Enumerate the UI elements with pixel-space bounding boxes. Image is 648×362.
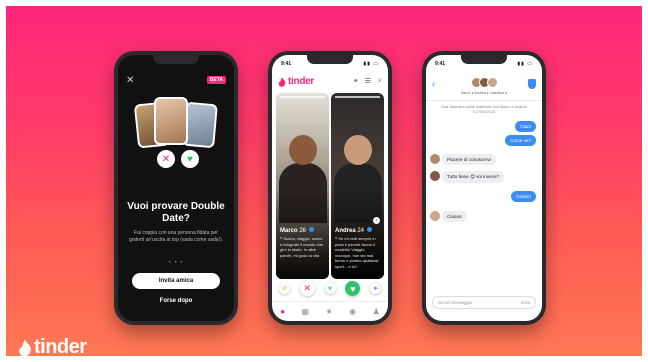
phone-screen: ✕ BETA ✕ ♥ Vuoi provare Double Date? Fai… [118,55,234,321]
swipe-actions: ✕ ♥ [148,150,208,170]
profile-card[interactable]: Marco 26 ❝ Suono, viaggio, scrivo e foto… [276,93,329,279]
beta-badge: BETA [206,76,226,84]
verified-icon [308,227,314,232]
tab-likes-icon[interactable]: ★ [326,307,333,316]
signal-battery-icon: ▮▮ ▭ [363,61,379,67]
verified-icon [366,227,372,232]
rewind-icon[interactable]: ↺ [279,283,290,294]
back-chevron-icon[interactable]: ‹ [432,79,435,90]
bottom-tab-bar: ● ▦ ★ ◉ ♟ [272,301,388,321]
status-bar: 9:41 ▮▮ ▭ [435,61,533,67]
double-date-icon[interactable]: ⚭ [353,77,359,85]
message-bubble-out: Grazie! [511,191,536,202]
phone-double-date-promo: ✕ BETA ✕ ♥ Vuoi provare Double Date? Fai… [114,51,238,325]
profile-name: Andrea 24 [335,227,372,234]
tab-explore-icon[interactable]: ▦ [302,307,310,316]
avatar [487,77,498,88]
phone-swipe-screen: 9:41 ▮▮ ▭ tinder ⚭ ☰ ⚡ Marco 26 ❝ Suono,… [268,51,392,325]
boost-icon[interactable]: ➤ [370,283,381,294]
promo-description: Fai coppia con una persona fidata per go… [128,230,224,243]
message-bubble-out: Come va? [505,135,536,146]
photo-progress [280,96,325,98]
avatar [430,171,440,181]
super-like-icon[interactable]: ★ [324,283,336,294]
heart-icon: ♥ [181,150,199,168]
profile-cards: Marco 26 ❝ Suono, viaggio, scrivo e foto… [276,93,384,279]
tab-chat-icon[interactable]: ◉ [349,307,356,316]
brand-logo: tinder [18,336,87,356]
message-bubble-in: Tutto bene 😊 voi invece? [442,171,505,183]
promo-title: Vuoi provare Double Date? [127,201,225,224]
shield-icon[interactable] [528,79,536,89]
avatar [430,154,440,164]
phone-screen: 9:41 ▮▮ ▭ tinder ⚭ ☰ ⚡ Marco 26 ❝ Suono,… [272,55,388,321]
profile-bio: ❝ Se mi vedi sempre in posa è perché fac… [335,236,379,269]
phone-screen: 9:41 ▮▮ ▭ ‹ Marco ● Andrea ● Valentina ●… [426,55,542,321]
flame-icon [19,339,31,356]
profile-photo [154,97,188,145]
app-header-logo: tinder [278,76,314,87]
page-indicator: • • • [168,260,184,266]
signal-battery-icon: ▮▮ ▭ [517,61,533,67]
message-bubble-in: Piacere di conoscervi [442,154,496,165]
profile-photo [343,135,372,165]
maybe-later-link[interactable]: Forse dopo [118,298,234,304]
profile-bio: ❝ Suono, viaggio, scrivo e fotografo il … [280,236,323,258]
send-button[interactable]: Invia [520,300,530,305]
participant-avatars[interactable] [471,77,498,88]
participant-names: Marco ● Andrea ● Valentina ● [460,91,508,95]
info-icon[interactable]: ↑ [373,217,380,224]
close-icon[interactable]: ✕ [126,75,134,86]
profile-photo [288,135,317,165]
boost-icon[interactable]: ⚡ [377,77,382,85]
message-input[interactable]: Scrivi messaggio Invia [432,296,536,309]
message-input-placeholder: Scrivi messaggio [438,300,473,305]
tab-profile-icon[interactable]: ♟ [373,307,380,316]
header-actions: ⚭ ☰ ⚡ [353,77,382,85]
match-note: Sua Valentina avete matchato con Marco e… [441,105,527,114]
phone-notch [153,55,199,64]
nope-button[interactable]: ✕ [299,281,315,296]
message-bubble-in: Ciaooo [442,211,467,222]
avatar [430,211,440,221]
app-name: tinder [288,76,314,87]
like-button[interactable]: ♥ [345,281,361,296]
photo-progress [335,96,380,98]
phone-group-chat: 9:41 ▮▮ ▭ ‹ Marco ● Andrea ● Valentina ●… [422,51,546,325]
status-time: 9:41 [281,61,292,67]
message-bubble-out: Ciao! [515,121,536,132]
status-bar: 9:41 ▮▮ ▭ [281,61,379,67]
invite-friend-button[interactable]: Invita amica [132,273,220,289]
profile-card[interactable]: ↑ Andrea 24 ❝ Se mi vedi sempre in posa … [331,93,384,279]
filter-icon[interactable]: ☰ [365,77,371,85]
tab-home-icon[interactable]: ● [280,307,285,316]
nope-icon: ✕ [157,150,175,168]
promo-banner: ✕ BETA ✕ ♥ Vuoi provare Double Date? Fai… [6,6,642,356]
brand-wordmark: tinder [34,336,87,356]
chat-header: ‹ Marco ● Andrea ● Valentina ● [426,73,542,101]
swipe-button-row: ↺ ✕ ★ ♥ ➤ [276,281,384,296]
status-time: 9:41 [435,61,446,67]
profile-name: Marco 26 [280,227,314,234]
flame-icon [278,76,286,87]
